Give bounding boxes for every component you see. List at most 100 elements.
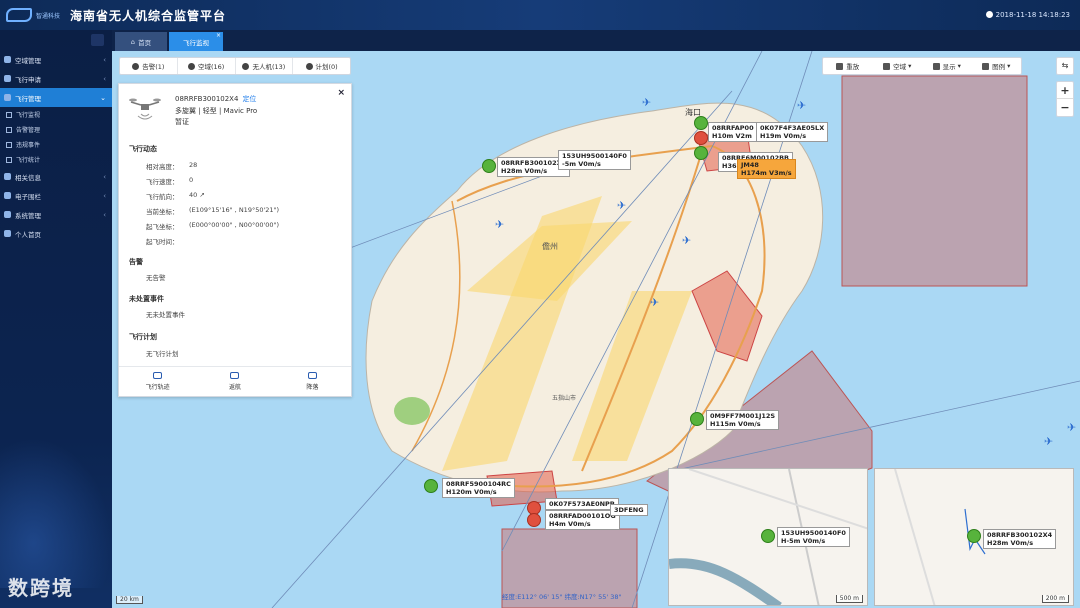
heading-arrow-icon: ↗ (199, 191, 205, 199)
top-bar: 智通科技 海南省无人机综合监管平台 2018-11-18 14:18:23 (0, 0, 1080, 30)
replay-button[interactable]: 重放 (823, 61, 873, 71)
legend-dropdown[interactable]: 图例 ▾ (972, 61, 1022, 71)
plan-value: 无飞行计划 (146, 350, 179, 358)
tab-home[interactable]: ⌂ 首页 (115, 32, 167, 51)
sidebar-item-system[interactable]: 系统管理 ‹ (0, 205, 112, 224)
sidebar-item-airspace[interactable]: 空域管理 ‹ (0, 50, 112, 69)
close-icon[interactable]: × (337, 88, 345, 98)
plane-icon[interactable]: ✈ (617, 199, 626, 212)
drone-label[interactable]: 0K07F573AE0NPP (545, 498, 619, 510)
close-tab-icon[interactable]: × (216, 32, 221, 39)
drone-label[interactable]: 153UH9500140F0 -5m V0m/s (558, 150, 631, 170)
drone-label[interactable]: 08RRF5900104RC H120m V0m/s (442, 478, 515, 498)
field-value: (E000°00'00" , N00°00'00") (189, 221, 280, 229)
drone-icon (129, 98, 161, 120)
drone-label-status: H19m V0m/s (760, 132, 807, 140)
drone-label-status: H-5m V0m/s (781, 537, 826, 545)
drone-marker[interactable] (967, 529, 981, 543)
logo-text: 智通科技 (36, 12, 61, 20)
drone-label-id: 153UH9500140F0 (562, 152, 627, 160)
watermark: 数跨境 (8, 576, 74, 600)
sidebar-item-info[interactable]: 相关信息 ‹ (0, 167, 112, 186)
inset-map-1[interactable]: 153UH9500140F0 H-5m V0m/s 500 m (668, 468, 868, 606)
sidebar-toggle-area (0, 30, 112, 50)
return-button[interactable]: 返航 (196, 367, 273, 396)
zoom-out-button[interactable]: − (1057, 99, 1073, 116)
events-value: 无未处置事件 (146, 311, 185, 319)
drone-label[interactable]: 3DFENG (610, 504, 648, 516)
filter-drones[interactable]: 无人机(13) (236, 58, 294, 74)
zoom-in-button[interactable]: + (1057, 82, 1073, 99)
section-plan-title: 飞行计划 (129, 333, 157, 341)
plane-icon[interactable]: ✈ (642, 96, 651, 109)
tab-bar: ⌂ 首页 飞行监视 × (112, 30, 1080, 51)
airspace-icon (4, 56, 11, 63)
plane-icon[interactable]: ✈ (797, 99, 806, 112)
sidebar-item-fence[interactable]: 电子围栏 ‹ (0, 186, 112, 205)
plane-icon[interactable]: ✈ (495, 218, 504, 231)
drone-label-id: JM48 (741, 161, 759, 169)
plane-icon[interactable]: ✈ (1044, 435, 1053, 448)
sidebar-item-profile[interactable]: 个人首页 (0, 224, 112, 243)
land-button[interactable]: 降落 (274, 367, 351, 396)
sidebar-item-flight-manage[interactable]: 飞行管理 ⌄ (0, 88, 112, 107)
drone-label-id: 153UH9500140F0 (781, 529, 846, 537)
drone-marker[interactable] (527, 513, 541, 527)
drone-label[interactable]: 08RRFAD00101OG H4m V0m/s (545, 510, 620, 530)
drone-label[interactable]: JM48 H174m V3m/s (737, 159, 796, 179)
filter-plans[interactable]: 计划(0) (293, 58, 350, 74)
plane-icon[interactable]: ✈ (682, 234, 691, 247)
inset-map-2[interactable]: 08RRFB300102X4 H28m V0m/s 200 m (874, 468, 1074, 606)
chevron-left-icon: ‹ (103, 55, 106, 64)
drone-marker[interactable] (690, 412, 704, 426)
return-icon (230, 372, 240, 379)
menu-toggle-icon[interactable] (91, 34, 104, 46)
plane-icon[interactable]: ✈ (650, 296, 659, 309)
locate-link[interactable]: 定位 (242, 95, 256, 103)
sidebar-sub-label: 飞行统计 (16, 157, 41, 164)
drone-label[interactable]: 0K07F4F3AE05LX H19m V0m/s (756, 122, 829, 142)
action-label: 返航 (228, 384, 241, 391)
display-dropdown[interactable]: 显示 ▾ (922, 61, 972, 71)
plane-icon[interactable]: ✈ (1067, 421, 1076, 434)
drone-label[interactable]: 0M9FF7M001J12S H115m V0m/s (706, 410, 780, 430)
caret-down-icon: ▾ (1007, 62, 1011, 70)
drone-label[interactable]: 153UH9500140F0 H-5m V0m/s (777, 527, 850, 547)
expand-button[interactable]: ⇆ (1056, 57, 1074, 75)
field-value: 28 (189, 161, 198, 169)
field-label: 起飞时间： (146, 238, 179, 246)
drone-marker[interactable] (761, 529, 775, 543)
drone-label[interactable]: 08RRFB300102X4 H28m V0m/s (983, 529, 1057, 549)
display-icon (932, 62, 940, 70)
drone-marker[interactable] (694, 131, 708, 145)
drone-marker[interactable] (482, 159, 496, 173)
sidebar-sub-label: 飞行监视 (16, 112, 41, 119)
drone-label-id: 08RRFB300102X4 (987, 531, 1053, 539)
sidebar-item-flight-apply[interactable]: 飞行申请 ‹ (0, 69, 112, 88)
filter-label: 空域(16) (197, 63, 225, 71)
track-button[interactable]: 飞行轨迹 (119, 367, 196, 396)
filter-label: 告警(1) (142, 63, 165, 71)
drone-marker[interactable] (694, 116, 708, 130)
map[interactable]: ✈ ✈ ✈ ✈ ✈ ✈ ✈ ✈ 海口 儋州 五指山市 08RRFAP00 H10m… (112, 51, 1080, 608)
section-alarm-title: 告警 (129, 258, 143, 266)
alarm-value: 无告警 (146, 274, 166, 282)
plan-icon (305, 62, 313, 70)
field-label: 飞行航向： (146, 193, 179, 201)
drone-marker[interactable] (694, 146, 708, 160)
filter-airspace[interactable]: 空域(16) (178, 58, 236, 74)
caret-down-icon: ▾ (908, 62, 912, 70)
drone-id-text: 08RRFB300102X4 (175, 95, 239, 103)
park-area (394, 397, 430, 425)
sidebar-item-label: 相关信息 (15, 173, 41, 182)
drone-marker[interactable] (424, 479, 438, 493)
airspace-dropdown[interactable]: 空域 ▾ (873, 61, 923, 71)
sidebar-sub-alarm[interactable]: 告警管理 (0, 122, 112, 137)
filter-alarm[interactable]: 告警(1) (120, 58, 178, 74)
drone-info-panel: × 08RRFB300102X4 定位 多旋翼 | 轻型 | Mavic Pro … (118, 83, 352, 397)
drone-label[interactable]: 08RRFAP00 H10m V2m (708, 122, 758, 142)
tab-flight-monitor[interactable]: 飞行监视 × (169, 32, 223, 51)
sidebar-sub-stats[interactable]: 飞行统计 (0, 152, 112, 167)
sidebar-sub-flight-monitor[interactable]: 飞行监视 (0, 107, 112, 122)
sidebar-sub-violation[interactable]: 违规事件 (0, 137, 112, 152)
